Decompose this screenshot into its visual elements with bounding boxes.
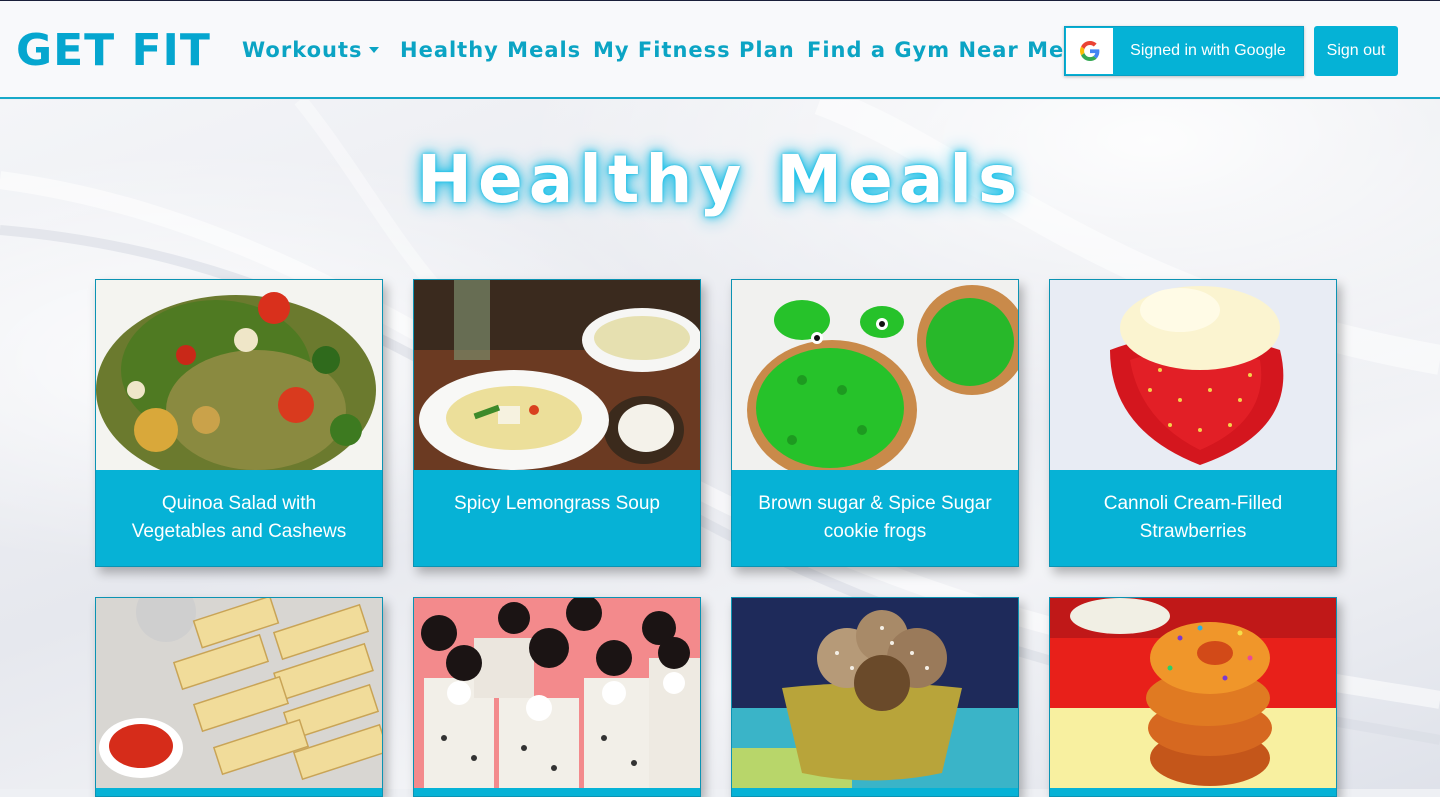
meal-card-title: Spicy Lemongrass Soup [454, 493, 660, 514]
top-navbar: GET FIT Workouts Healthy Meals My Fitnes… [0, 0, 1440, 99]
nav-workouts-label: Workouts [242, 38, 363, 62]
meal-card-title: Brown sugar & Spice Sugar cookie frogs [758, 493, 992, 542]
nav-find-gym[interactable]: Find a Gym Near Me [807, 37, 1064, 63]
energy-balls-image [732, 598, 1018, 788]
meal-card-cannoli-strawberries[interactable]: Cannoli Cream-Filled Strawberries [1049, 279, 1337, 567]
caret-down-icon [368, 47, 379, 53]
google-signin-button[interactable]: Signed in with Google [1064, 26, 1304, 76]
frog-cookies-image [732, 280, 1018, 470]
nav-my-fitness-plan[interactable]: My Fitness Plan [593, 37, 795, 63]
nav-healthy-meals[interactable]: Healthy Meals [400, 37, 581, 63]
meal-card-title: Quinoa Salad with Vegetables and Cashews [131, 493, 347, 542]
cauliflower-breadsticks-image [96, 598, 382, 788]
sign-out-button[interactable]: Sign out [1314, 26, 1398, 76]
meal-card-quinoa-salad[interactable]: Quinoa Salad with Vegetables and Cashews [95, 279, 383, 567]
google-logo-icon [1066, 28, 1113, 74]
oreo-cheesecakes-image [414, 598, 700, 788]
meal-card-frog-cookies[interactable]: Brown sugar & Spice Sugar cookie frogs [731, 279, 1019, 567]
nav-workouts-dropdown[interactable]: Workouts [242, 37, 379, 63]
google-signin-label: Signed in with Google [1130, 42, 1286, 59]
meal-card-title: Cannoli Cream-Filled Strawberries [1103, 493, 1283, 542]
meal-card-glazed-donuts[interactable] [1049, 597, 1337, 797]
lemongrass-soup-image [414, 280, 700, 470]
meal-card-energy-balls[interactable] [731, 597, 1019, 797]
glazed-donuts-image [1050, 598, 1336, 788]
cannoli-strawberries-image [1050, 280, 1336, 470]
meal-card-lemongrass-soup[interactable]: Spicy Lemongrass Soup [413, 279, 701, 567]
quinoa-salad-image [96, 280, 382, 470]
meal-card-oreo-cheesecakes[interactable] [413, 597, 701, 797]
meal-card-cauliflower-breadsticks[interactable] [95, 597, 383, 797]
brand-logo[interactable]: GET FIT [16, 25, 211, 77]
page-title: Healthy Meals [416, 141, 1024, 218]
